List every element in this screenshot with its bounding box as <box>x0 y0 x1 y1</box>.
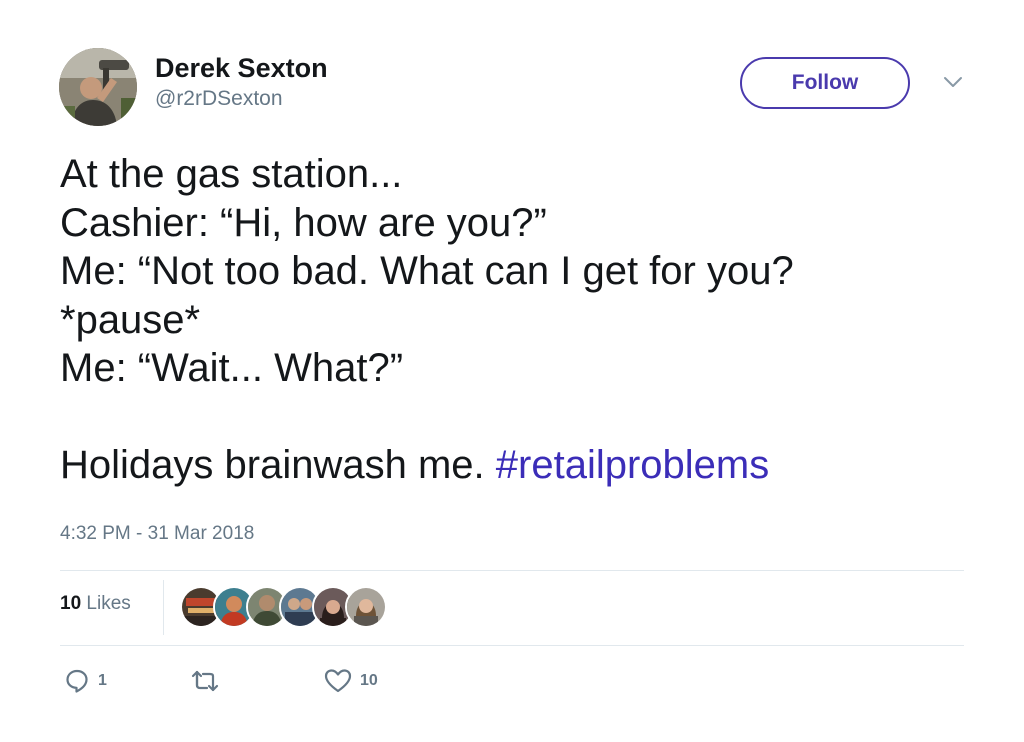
tweet-text-line: Me: “Wait... What?” <box>60 346 404 390</box>
tweet-text-line: Cashier: “Hi, how are you?” <box>60 200 547 245</box>
likes-count[interactable]: 10 Likes <box>60 593 131 615</box>
tweet-text-segment: Holidays brainwash me. <box>60 443 485 487</box>
reply-count: 1 <box>98 672 107 689</box>
tweet-text-last-line: Holidays brainwash me. #retailproblems <box>60 441 980 490</box>
display-name[interactable]: Derek Sexton <box>155 52 328 84</box>
hashtag-link[interactable]: #retailproblems <box>496 443 769 487</box>
liker-avatar[interactable] <box>345 586 387 628</box>
tweet-text: At the gas station... Cashier: “Hi, how … <box>60 150 980 490</box>
likes-number: 10 <box>60 593 82 614</box>
heart-icon <box>324 669 352 693</box>
divider <box>60 645 964 646</box>
divider <box>60 570 964 571</box>
retweet-button[interactable] <box>190 668 228 694</box>
tweet-text-line: *pause* <box>60 297 201 342</box>
user-avatar[interactable] <box>59 48 137 126</box>
likes-separator <box>163 580 164 635</box>
reply-button[interactable]: 1 <box>64 668 107 694</box>
tweet-text-line: At the gas station... <box>60 152 403 196</box>
like-button[interactable]: 10 <box>324 668 378 694</box>
screen-name[interactable]: @r2rDSexton <box>155 86 328 112</box>
tweet-card: Derek Sexton @r2rDSexton Follow At the g… <box>0 0 1024 742</box>
likers-avatars <box>180 586 387 628</box>
tweet-timestamp[interactable]: 4:32 PM - 31 Mar 2018 <box>60 523 254 545</box>
like-count: 10 <box>360 672 378 689</box>
tweet-text-line: Me: “Not too bad. What can I get for you… <box>60 249 794 293</box>
user-info: Derek Sexton @r2rDSexton <box>155 52 328 112</box>
chevron-down-icon[interactable] <box>942 74 964 90</box>
avatar-photo <box>59 48 137 126</box>
likes-label: Likes <box>86 593 131 614</box>
retweet-icon <box>191 670 219 692</box>
follow-button[interactable]: Follow <box>740 57 910 109</box>
reply-icon <box>66 669 88 693</box>
